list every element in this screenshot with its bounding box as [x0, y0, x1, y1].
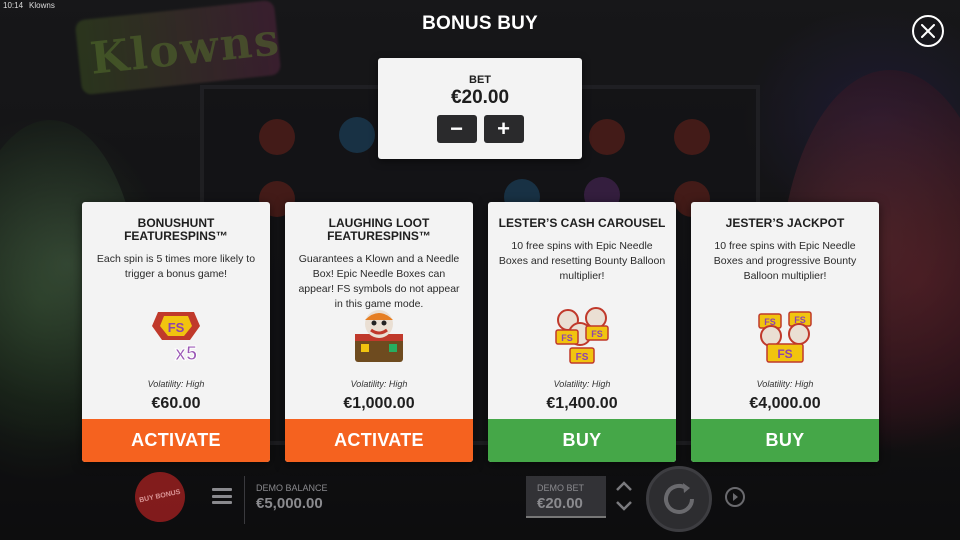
svg-text:FS: FS	[591, 329, 603, 339]
close-icon	[921, 24, 935, 38]
demo-bet-label: DEMO BET	[537, 483, 585, 493]
bet-value: €20.00	[450, 87, 510, 108]
card-title: LESTER’S CASH CAROUSEL	[498, 216, 666, 230]
card-description: 10 free spins with Epic Needle Boxes and…	[713, 240, 857, 282]
svg-text:FS: FS	[561, 333, 573, 343]
buy-button[interactable]: BUY	[691, 419, 879, 462]
menu-icon[interactable]	[212, 488, 232, 504]
spin-button[interactable]	[646, 466, 712, 532]
divider	[244, 476, 245, 524]
bet-label: BET	[469, 74, 491, 86]
demo-balance-value: €5,000.00	[256, 495, 323, 512]
bonus-card-bonushunt: BONUSHUNT FEATURESPINS™ Each spin is 5 t…	[82, 202, 270, 462]
fs-symbols-cluster-icon: FS FS FS	[758, 311, 812, 363]
card-description: Guarantees a Klown and a Needle Box! Epi…	[298, 253, 460, 310]
card-price: €1,000.00	[343, 395, 415, 412]
card-title: BONUSHUNT FEATURESPINS™	[124, 216, 228, 243]
card-title: JESTER’S JACKPOT	[725, 216, 845, 230]
klown-needle-box-icon	[355, 310, 403, 362]
card-price: €1,400.00	[546, 395, 618, 412]
bonus-card-lesters-cash-carousel: LESTER’S CASH CAROUSEL 10 free spins wit…	[488, 202, 676, 462]
svg-text:FS: FS	[794, 315, 806, 325]
bet-up-arrow-icon[interactable]	[615, 480, 633, 492]
demo-balance-label: DEMO BALANCE	[256, 483, 328, 493]
spin-icon	[664, 483, 694, 514]
bet-stepper: − +	[378, 115, 582, 143]
page-title: BONUS BUY	[422, 13, 538, 34]
status-bar: 10:14 Klowns	[3, 1, 55, 10]
demo-bet-value: €20.00	[537, 495, 583, 512]
activate-button[interactable]: ACTIVATE	[82, 419, 270, 462]
card-volatility: Volatility: High	[147, 379, 205, 389]
bet-panel: BET €20.00 − +	[378, 58, 582, 159]
card-volatility: Volatility: High	[553, 379, 611, 389]
bet-down-arrow-icon[interactable]	[615, 500, 633, 512]
activate-button[interactable]: ACTIVATE	[285, 419, 473, 462]
card-description: Each spin is 5 times more likely to trig…	[96, 253, 256, 280]
bet-increase-button[interactable]: +	[483, 115, 524, 143]
svg-text:FS: FS	[576, 352, 589, 363]
close-button[interactable]	[912, 15, 944, 47]
autoplay-button[interactable]	[725, 487, 745, 507]
bonus-card-jesters-jackpot: JESTER’S JACKPOT 10 free spins with Epic…	[691, 202, 879, 462]
svg-text:FS: FS	[168, 320, 185, 335]
card-volatility: Volatility: High	[350, 379, 408, 389]
autoplay-icon	[733, 493, 738, 501]
bonus-card-laughing-loot: LAUGHING LOOT FEATURESPINS™ Guarantees a…	[285, 202, 473, 462]
card-price: €4,000.00	[749, 395, 821, 412]
svg-text:FS: FS	[777, 347, 792, 361]
status-time: 10:14	[3, 1, 24, 10]
status-app-name: Klowns	[29, 1, 55, 10]
bet-decrease-button[interactable]: −	[436, 115, 477, 143]
svg-text:x5: x5	[175, 343, 197, 365]
card-volatility: Volatility: High	[756, 379, 814, 389]
fs-symbols-cluster-icon: FS FS FS	[555, 307, 609, 364]
card-title: LAUGHING LOOT FEATURESPINS™	[327, 216, 431, 243]
card-price: €60.00	[151, 395, 201, 412]
fs-x5-symbol-icon: FS x5	[152, 312, 200, 366]
svg-text:FS: FS	[764, 317, 776, 327]
card-description: 10 free spins with Epic Needle Boxes and…	[498, 240, 666, 282]
buy-button[interactable]: BUY	[488, 419, 676, 462]
